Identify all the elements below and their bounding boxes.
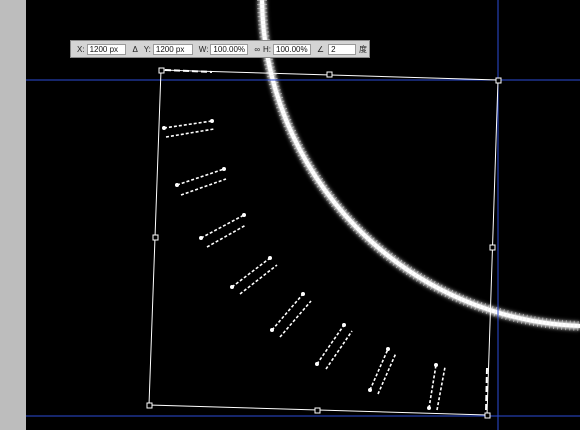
tick-pair-6 [315, 323, 353, 370]
angle-icon: ∠ [316, 44, 325, 54]
y-position-field[interactable]: 1200 px [152, 43, 193, 55]
handle-top-middle[interactable] [326, 71, 333, 78]
tick-pair-3 [199, 213, 247, 248]
x-label: X: [77, 44, 85, 54]
width-field[interactable]: 100.00% [210, 43, 249, 55]
handle-top-left[interactable] [158, 67, 165, 74]
handle-middle-left[interactable] [152, 234, 159, 241]
tick-pair-7 [368, 347, 397, 395]
tick-pair-8 [427, 363, 446, 411]
handle-bottom-middle[interactable] [314, 407, 321, 414]
y-label: Y: [143, 44, 151, 54]
handle-bottom-right[interactable] [484, 412, 491, 419]
handle-bottom-left[interactable] [146, 402, 153, 409]
angle-unit: 度 [359, 44, 367, 54]
height-field[interactable]: 100.00% [273, 43, 311, 55]
handle-middle-right[interactable] [489, 244, 496, 251]
canvas-overlay [26, 0, 580, 430]
tick-pair-5 [270, 292, 312, 338]
handle-top-right[interactable] [495, 77, 502, 84]
rotation-angle-field[interactable]: 2 [328, 43, 356, 55]
tick-pair-4 [230, 256, 278, 295]
w-label: W: [198, 44, 209, 54]
link-icon[interactable]: ∞ [254, 45, 260, 54]
x-position-field[interactable]: 1200 px [86, 43, 127, 55]
tick-pair-2 [175, 167, 227, 196]
right-dashed-segment [485, 367, 488, 413]
transform-options-bar: X: 1200 px Δ Y: 1200 px W: 100.00% ∞ H: … [70, 40, 370, 58]
delta-icon[interactable]: Δ [132, 45, 137, 54]
tick-pair-1 [162, 119, 215, 138]
h-label: H: [263, 44, 272, 54]
